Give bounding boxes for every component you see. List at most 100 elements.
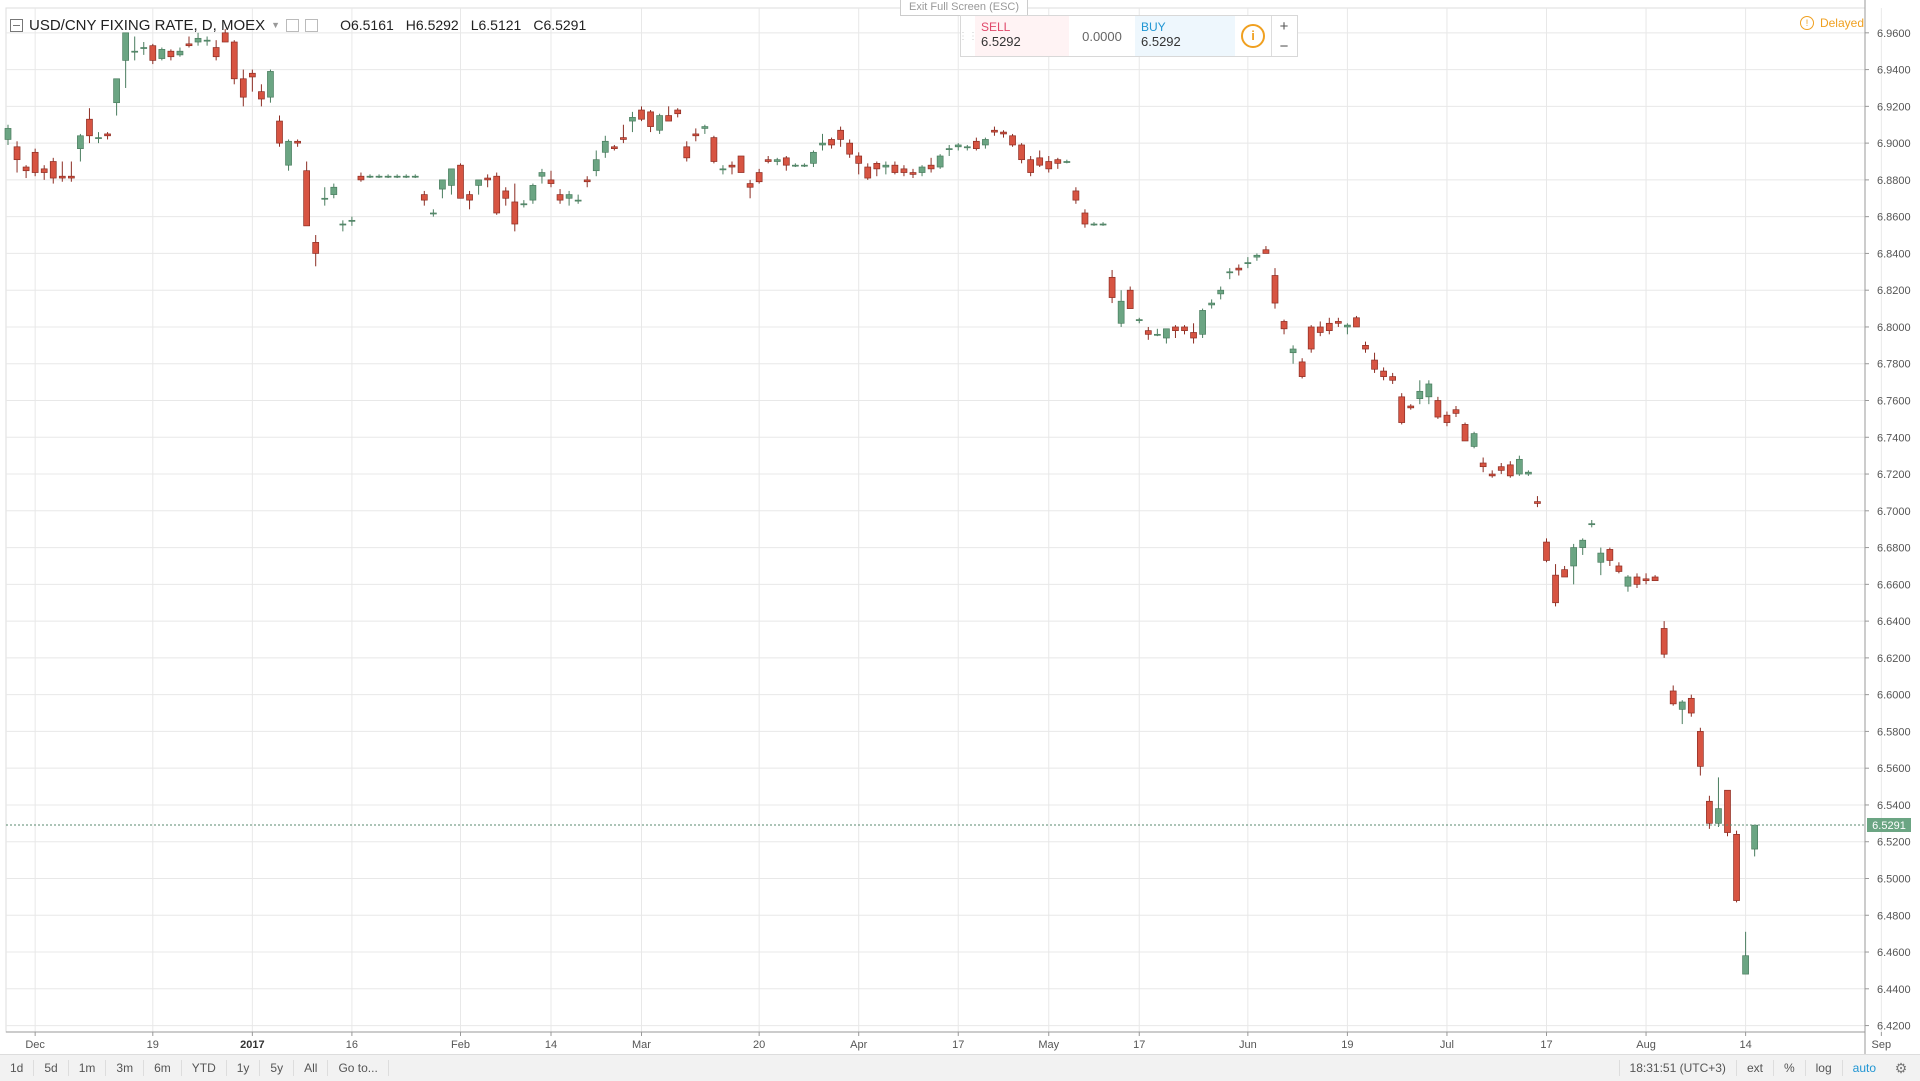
candle-body [466,194,473,201]
candle-body [176,50,184,56]
compare-icon[interactable] [305,18,319,32]
settings-icon[interactable] [286,18,300,32]
candle-body [1072,190,1080,201]
candle-body [1751,824,1759,850]
candle-body [1316,326,1324,333]
time-axis[interactable]: Dec 19 2017 16 Feb 14 Mar 20 Apr 17 May 17 Jun 19 Jul 1… [6,1031,1920,1051]
candle-body [918,166,926,173]
clock-readout[interactable]: 18:31:51 (UTC+3) [1618,1060,1736,1076]
ext-button[interactable]: ext [1735,1060,1773,1076]
candle-body [1027,159,1035,173]
candle-body [1733,834,1740,901]
candle-body [1244,262,1252,264]
range-5d-button[interactable]: 5d [34,1060,69,1076]
candle-body [1081,212,1089,225]
range-1y-button[interactable]: 1y [227,1060,261,1076]
candle-body [773,159,781,162]
goto-button[interactable]: Go to... [328,1060,389,1076]
candle-body [882,164,890,168]
plus-button[interactable]: + [1280,18,1289,35]
candle-body [249,72,256,78]
x-tick-label: 19 [1341,1039,1353,1051]
price-axis[interactable]: 6.9600 6.9400 6.9200 6.9000 6.8800 6.8600 6.84… [1864,0,1911,1054]
gear-icon[interactable]: ⚙ [1894,1061,1908,1075]
candle-body [393,175,401,178]
candle-body [58,175,66,179]
chevron-down-icon[interactable]: ▼ [271,20,280,30]
candle-body [1172,326,1179,331]
candle-body [927,164,935,170]
candle-body [1615,565,1623,572]
range-1m-button[interactable]: 1m [69,1060,107,1076]
candle-body [1362,345,1369,350]
candle-body [819,142,826,146]
candle-body [592,159,600,172]
candle-body [1036,157,1044,166]
candle-body [13,146,21,161]
candle-body [1588,523,1596,526]
candle-body [1226,271,1234,274]
candle-body [411,175,419,178]
range-1d-button[interactable]: 1d [0,1060,35,1076]
buy-button[interactable]: BUY 6.5292 [1135,16,1235,56]
candle-body [1389,376,1397,381]
candle-body [1289,348,1297,354]
log-button[interactable]: log [1804,1060,1842,1076]
range-6m-button[interactable]: 6m [144,1060,182,1076]
candle-body [330,186,338,195]
sell-button[interactable]: SELL 6.5292 [975,16,1069,56]
candle-body [1552,574,1559,604]
candle-body [384,175,392,178]
range-3m-button[interactable]: 3m [106,1060,145,1076]
exit-fullscreen-button[interactable]: Exit Full Screen (ESC) [900,0,1028,16]
info-button[interactable]: i [1235,16,1271,56]
candle-body [122,32,130,61]
last-price-label: 6.5291 [1872,820,1906,832]
quantity-stepper[interactable]: + − [1271,16,1296,56]
candle-body [22,166,30,172]
candle-body [185,43,193,47]
range-ytd-button[interactable]: YTD [182,1060,227,1076]
symbol-title[interactable]: USD/CNY FIXING RATE, D, MOEX [29,17,265,34]
candle-body [1018,144,1025,161]
x-tick-label: Jul [1440,1039,1454,1051]
candle-body [1000,131,1007,135]
percent-button[interactable]: % [1772,1060,1805,1076]
close-value: C6.5291 [533,17,587,33]
candle-body [158,49,166,59]
candle-body [1117,300,1125,324]
minus-button[interactable]: − [1280,38,1289,55]
x-tick-label: Feb [451,1039,470,1051]
candle-body [683,146,691,159]
candle-body [1715,808,1722,824]
delayed-badge[interactable]: ! Delayed [1799,16,1864,30]
candle-body [375,175,383,178]
range-all-button[interactable]: All [294,1060,329,1076]
candle-body [710,137,718,162]
candle-body [601,140,609,153]
candle-body [511,201,519,225]
candle-body [982,139,989,146]
candle-body [647,111,654,127]
buy-label: BUY [1141,20,1166,34]
candle-body [448,168,455,186]
candle-body [303,170,310,227]
candle-body [1090,223,1098,226]
candle-body [276,120,283,144]
auto-button[interactable]: auto [1841,1060,1886,1076]
candle-body [529,185,537,201]
candle-body [909,172,917,175]
open-value: O6.5161 [340,17,394,33]
candle-body [4,128,12,140]
candle-body [610,146,618,149]
low-value: L6.5121 [470,17,522,33]
candle-body [719,168,727,171]
y-tick-label: 6.4400 [1877,984,1911,996]
candle-body [1126,289,1134,309]
collapse-icon[interactable] [10,18,23,32]
candle-body [801,164,808,167]
price-chart[interactable]: 6.9600 6.9400 6.9200 6.9000 6.8800 6.8600 6.84… [0,0,1920,1054]
drag-handle-icon[interactable]: ⋮⋮ [958,16,978,56]
sell-label: SELL [981,20,1011,34]
range-5y-button[interactable]: 5y [260,1060,295,1076]
